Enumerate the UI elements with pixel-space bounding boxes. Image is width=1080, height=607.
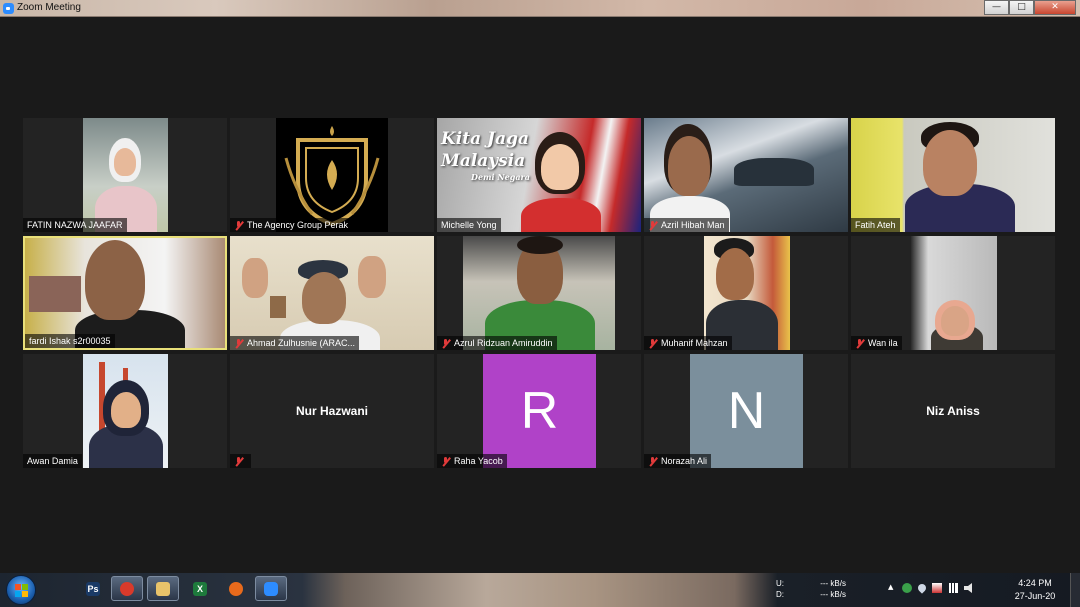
participant-avatar: N [690,354,803,468]
participant-video [276,118,388,232]
participant-tile[interactable]: Azril Hibah Man [644,118,848,232]
gallery-view: FATIN NAZWA JAAFAR The Agency Group Pera… [23,118,1057,471]
muted-mic-icon [441,338,450,349]
window-controls: — □ ✕ [984,0,1076,15]
participant-tile[interactable]: Kita Jaga Malaysia Demi Negara Michelle … [437,118,641,232]
upload-speed: --- kB/s [820,579,846,588]
banner-line-2: Malaysia [441,151,526,171]
clock-time: 4:24 PM [1018,578,1052,588]
participant-tile[interactable]: R Raha Yacob [437,354,641,468]
action-center-flag-icon[interactable] [932,583,942,593]
participant-name: The Agency Group Perak [230,218,353,232]
participant-tile[interactable]: Muhanif Mahzan [644,236,848,350]
muted-mic-icon [234,338,243,349]
volume-icon[interactable] [964,583,972,593]
system-tray: ▲ [888,582,974,594]
taskbar-app-excel[interactable]: X [184,576,216,601]
tray-expand-arrow-icon[interactable]: ▲ [888,583,896,593]
participant-name: fardi Ishak s2r00035 [25,334,115,348]
participant-name: Michelle Yong [437,218,501,232]
chrome-icon [120,581,134,596]
participant-tile[interactable]: Nur Hazwani [230,354,434,468]
zoom-window: Zoom Meeting — □ ✕ FATIN NAZWA JAAFAR Th… [0,0,1080,573]
clock-date: 27-Jun-20 [1014,591,1056,601]
start-button[interactable] [6,575,36,605]
excel-icon: X [193,581,207,596]
minimize-button[interactable]: — [984,0,1009,15]
muted-mic-icon [441,456,450,467]
zoom-app-icon [3,3,14,14]
participant-tile[interactable]: Wan ila [851,236,1055,350]
participant-video [230,236,434,350]
taskbar-clock[interactable]: 4:24 PM 27-Jun-20 [1010,577,1060,603]
muted-mic-icon [648,338,657,349]
network-signal-icon[interactable] [948,583,958,593]
participant-name: Raha Yacob [437,454,507,468]
participant-tile[interactable]: The Agency Group Perak [230,118,434,232]
participant-video [83,118,168,232]
participant-video: Kita Jaga Malaysia Demi Negara [437,118,641,232]
participant-tile[interactable]: N Norazah Ali [644,354,848,468]
participant-name: Norazah Ali [644,454,712,468]
muted-mic-icon [648,220,657,231]
participant-tile[interactable]: FATIN NAZWA JAAFAR [23,118,227,232]
window-title: Zoom Meeting [17,2,81,13]
tray-app-icon[interactable] [902,583,912,593]
participant-tile[interactable]: Awan Damia [23,354,227,468]
close-button[interactable]: ✕ [1034,0,1076,15]
windows-logo-icon [15,584,28,597]
participant-video [463,236,615,350]
participant-name: Wan ila [851,336,902,350]
maximize-button[interactable]: □ [1009,0,1034,15]
download-speed: --- kB/s [820,590,846,599]
participant-video [911,236,997,350]
muted-mic-icon [234,456,243,467]
avatar-initial: R [520,382,559,440]
participant-name: Ahmad Zulhusnie (ARAC... [230,336,360,350]
upload-label: U: [776,579,784,588]
participant-tile[interactable]: Azrul Ridzuan Amiruddin [437,236,641,350]
participant-display-name: Niz Aniss [926,404,980,418]
network-meter: U: --- kB/s D: --- kB/s [776,578,846,600]
taskbar-app-chrome[interactable] [111,576,143,601]
banner-line-3: Demi Negara [471,172,530,182]
show-desktop-button[interactable] [1070,573,1080,607]
firefox-icon [229,581,243,596]
taskbar-app-file-explorer[interactable] [147,576,179,601]
tray-drop-icon[interactable] [916,582,928,594]
participant-name: Azril Hibah Man [644,218,729,232]
title-bar[interactable]: Zoom Meeting — □ ✕ [0,0,1080,17]
participant-name: Muhanif Mahzan [644,336,732,350]
participant-video [851,118,1055,232]
participant-video [704,236,790,350]
avatar-initial: N [727,382,766,440]
taskbar-app-firefox[interactable] [220,576,252,601]
participant-video [25,238,225,348]
zoom-icon [264,581,278,596]
participant-name: FATIN NAZWA JAAFAR [23,218,127,232]
participant-tile[interactable]: Fatih Ateh [851,118,1055,232]
download-label: D: [776,590,784,599]
muted-mic-icon [234,220,243,231]
participant-name: Fatih Ateh [851,218,900,232]
participant-video [83,354,168,468]
participant-name [230,454,251,468]
participant-avatar: R [483,354,596,468]
participant-display-name: Nur Hazwani [295,404,368,418]
taskbar-app-photoshop[interactable]: Ps [77,576,109,601]
participant-name: Azrul Ridzuan Amiruddin [437,336,557,350]
photoshop-icon: Ps [86,581,100,596]
muted-mic-icon [855,338,864,349]
muted-mic-icon [648,456,657,467]
participant-tile-active-speaker[interactable]: fardi Ishak s2r00035 [23,236,227,350]
folder-icon [156,581,170,596]
taskbar: Ps X U: --- kB/s D: --- kB/s ▲ 4:24 PM 27-… [0,573,1080,607]
taskbar-app-zoom[interactable] [255,576,287,601]
participant-name: Awan Damia [23,454,82,468]
banner-line-1: Kita Jaga [441,129,529,149]
participant-tile[interactable]: Niz Aniss [851,354,1055,468]
agency-logo-icon [284,126,380,227]
participant-tile[interactable]: Ahmad Zulhusnie (ARAC... [230,236,434,350]
participant-video [644,118,848,232]
